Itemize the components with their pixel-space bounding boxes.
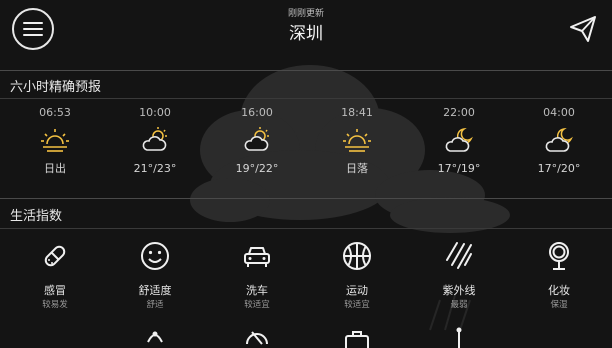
life-index-level: 保湿 [550,300,568,310]
forecast-item: 06:53 日出 [5,106,105,176]
life-index-name: 运动 [346,284,368,297]
life-index-level: 舒适 [146,300,164,310]
app-header: 刚刚更新 深圳 [0,0,612,62]
briefcase-icon[interactable] [342,324,372,348]
city-title[interactable]: 深圳 [0,19,612,44]
bird-icon[interactable] [140,324,170,348]
life-index-item[interactable]: 紫外线 最弱 [414,240,504,311]
basketball-icon [343,242,371,270]
forecast-item: 04:00 17°/20° [509,106,609,176]
life-index-item[interactable]: 运动 较适宜 [312,240,402,311]
forecast-label: 日落 [346,162,368,175]
forecast-time: 04:00 [543,106,575,119]
mirror-icon [549,242,569,270]
life-index-level: 较易发 [42,300,68,310]
life-index-level: 较适宜 [344,300,370,310]
forecast-section-title: 六小时精确预报 [10,80,102,95]
forecast-time: 06:53 [39,106,71,119]
life-index-name: 洗车 [246,284,268,297]
life-index-level: 最弱 [450,300,468,310]
divider [0,198,612,199]
forecast-time: 18:41 [341,106,373,119]
forecast-time: 22:00 [443,106,475,119]
cloudy-moon-icon [445,127,473,152]
life-index-item[interactable]: 感冒 较易发 [10,240,100,311]
forecast-label: 17°/19° [437,162,481,175]
paper-plane-icon [570,16,596,42]
life-index-item[interactable]: 化妆 保湿 [514,240,604,311]
umbrella-icon[interactable] [242,324,272,348]
forecast-label: 19°/22° [235,162,279,175]
life-index-item[interactable]: 洗车 较适宜 [212,240,302,311]
forecast-label: 17°/20° [537,162,581,175]
divider [0,70,612,71]
sunset-icon [343,129,371,152]
life-index-item[interactable]: 舒适度 舒适 [110,240,200,311]
divider [0,228,612,229]
forecast-item: 10:00 21°/23° [105,106,205,176]
life-index-name: 紫外线 [442,284,476,297]
share-button[interactable] [568,14,598,44]
forecast-item: 22:00 17°/19° [409,106,509,176]
forecast-label: 日出 [44,162,66,175]
hourly-forecast: 06:53 日出 10:00 21°/23° 16:00 19°/22° 18:… [0,106,612,186]
cloudy-moon-icon [545,127,573,152]
pill-icon [44,245,66,267]
life-index-level: 较适宜 [244,300,270,310]
uv-rays-icon [446,242,472,269]
cloudy-sun-icon [142,127,167,151]
life-section-title: 生活指数 [10,209,63,224]
pin-icon[interactable] [444,324,474,348]
life-index-name: 感冒 [44,284,66,297]
forecast-time: 16:00 [241,106,273,119]
sunrise-icon [41,129,69,152]
divider [0,98,612,99]
forecast-time: 10:00 [139,106,171,119]
update-status: 刚刚更新 [287,9,324,19]
life-index-name: 化妆 [548,284,570,297]
forecast-item: 18:41 日落 [307,106,407,176]
smiley-icon [141,242,169,270]
life-index-row-2 [0,324,612,348]
cloudy-sun-icon [244,127,269,151]
forecast-item: 16:00 19°/22° [207,106,307,176]
forecast-label: 21°/23° [133,162,177,175]
life-index-name: 舒适度 [138,284,172,297]
car-icon [244,247,270,267]
